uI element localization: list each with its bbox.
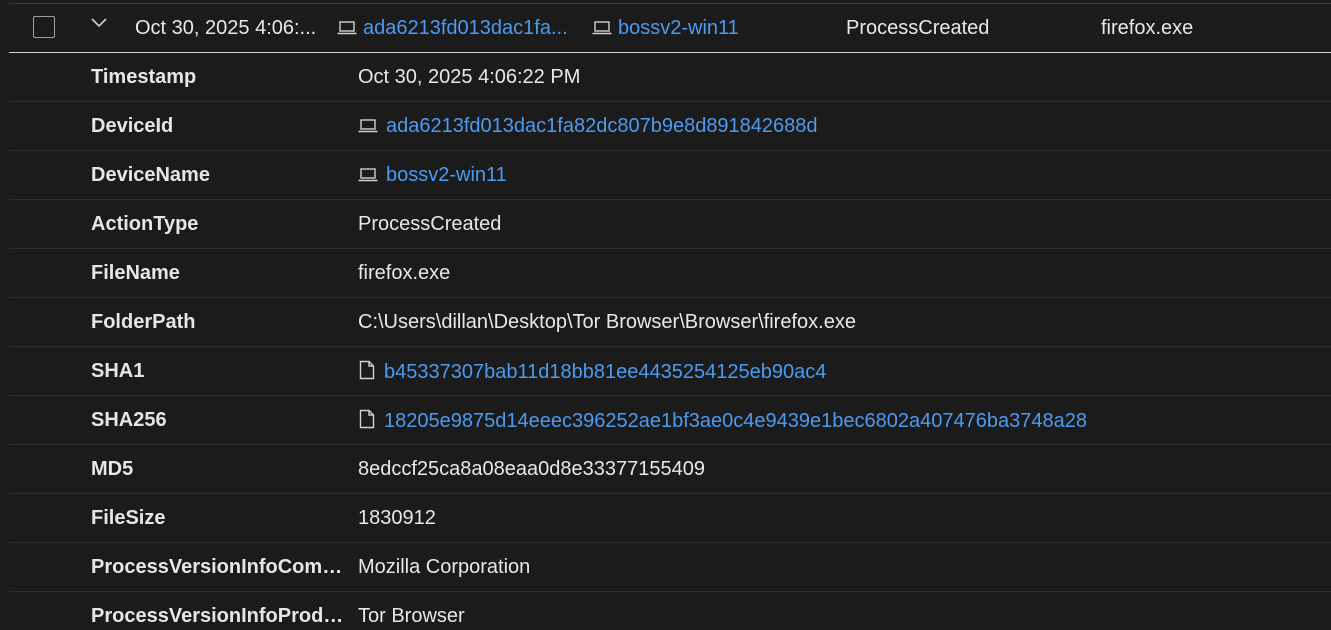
summary-device-name-link[interactable]: bossv2-win11 bbox=[592, 17, 792, 41]
summary-device-id-link[interactable]: ada6213fd013dac1fa... bbox=[337, 17, 582, 41]
laptop-icon bbox=[358, 166, 378, 188]
detail-value-text[interactable]: 18205e9875d14eeec396252ae1bf3ae0c4e9439e… bbox=[384, 410, 1087, 432]
detail-value: ProcessCreated bbox=[358, 213, 501, 235]
summary-action-type: ProcessCreated bbox=[846, 17, 990, 39]
detail-value-link[interactable]: bossv2-win11 bbox=[358, 164, 507, 188]
summary-device-name[interactable]: bossv2-win11 bbox=[618, 17, 739, 39]
detail-value: firefox.exe bbox=[358, 262, 450, 284]
detail-value-text[interactable]: b45337307bab11d18bb81ee4435254125eb90ac4 bbox=[384, 361, 826, 383]
detail-row: SHA1 b45337307bab11d18bb81ee4435254125eb9… bbox=[9, 347, 1331, 396]
detail-key: FolderPath bbox=[91, 311, 196, 333]
event-summary-row[interactable]: Oct 30, 2025 4:06:... ada6213fd013dac1fa… bbox=[9, 4, 1331, 53]
detail-row: Timestamp Oct 30, 2025 4:06:22 PM bbox=[9, 53, 1331, 102]
detail-row: FileSize 1830912 bbox=[9, 494, 1331, 543]
detail-value-text: firefox.exe bbox=[358, 262, 451, 284]
detail-key: DeviceId bbox=[91, 115, 174, 137]
event-detail-panel: Oct 30, 2025 4:06:... ada6213fd013dac1fa… bbox=[0, 0, 1331, 630]
detail-value: 8edccf25ca8a08eaa0d8e33377155409 bbox=[358, 458, 705, 480]
detail-row: SHA256 18205e9875d14eeec396252ae1bf3ae0c4… bbox=[9, 396, 1331, 445]
detail-key: DeviceName bbox=[91, 164, 210, 186]
detail-key: ActionType bbox=[91, 213, 199, 235]
detail-value-text: Tor Browser bbox=[358, 605, 465, 627]
collapse-chevron-icon[interactable] bbox=[89, 13, 109, 33]
detail-value-text[interactable]: ada6213fd013dac1fa82dc807b9e8d891842688d bbox=[386, 115, 818, 137]
detail-key: Timestamp bbox=[91, 66, 197, 88]
detail-key: MD5 bbox=[91, 458, 134, 480]
detail-value-text: 1830912 bbox=[358, 507, 436, 529]
detail-row: FolderPath C:\Users\dillan\Desktop\Tor Br… bbox=[9, 298, 1331, 347]
summary-file-name: firefox.exe bbox=[1101, 17, 1194, 39]
detail-value-text: ProcessCreated bbox=[358, 213, 502, 235]
detail-value: 1830912 bbox=[358, 507, 436, 529]
laptop-icon bbox=[592, 19, 612, 41]
laptop-icon bbox=[358, 117, 378, 139]
detail-value: Mozilla Corporation bbox=[358, 556, 530, 578]
detail-key: ProcessVersionInfoComp... bbox=[91, 556, 351, 578]
detail-key: ProcessVersionInfoProdu... bbox=[91, 605, 351, 627]
summary-timestamp: Oct 30, 2025 4:06:... bbox=[135, 17, 317, 39]
detail-value-link[interactable]: ada6213fd013dac1fa82dc807b9e8d891842688d bbox=[358, 115, 818, 139]
detail-row: ProcessVersionInfoProdu... Tor Browser bbox=[9, 592, 1331, 630]
detail-value-text: Oct 30, 2025 4:06:22 PM bbox=[358, 66, 581, 88]
detail-value: Tor Browser bbox=[358, 605, 465, 627]
detail-row: DeviceName bossv2-win11 bbox=[9, 151, 1331, 200]
detail-row: ProcessVersionInfoComp... Mozilla Corpora… bbox=[9, 543, 1331, 592]
detail-value-link[interactable]: b45337307bab11d18bb81ee4435254125eb90ac4 bbox=[358, 360, 826, 385]
detail-value-text: 8edccf25ca8a08eaa0d8e33377155409 bbox=[358, 458, 706, 480]
file-icon bbox=[358, 360, 376, 385]
detail-value-text: C:\Users\dillan\Desktop\Tor Browser\Brow… bbox=[358, 311, 856, 333]
detail-key: SHA1 bbox=[91, 360, 145, 382]
detail-value-text[interactable]: bossv2-win11 bbox=[386, 164, 507, 186]
detail-value-link[interactable]: 18205e9875d14eeec396252ae1bf3ae0c4e9439e… bbox=[358, 409, 1087, 434]
file-icon bbox=[358, 409, 376, 434]
detail-row: MD5 8edccf25ca8a08eaa0d8e33377155409 bbox=[9, 445, 1331, 494]
laptop-icon bbox=[337, 19, 357, 41]
row-select-checkbox[interactable] bbox=[33, 16, 55, 38]
detail-key: FileName bbox=[91, 262, 180, 284]
detail-key: SHA256 bbox=[91, 409, 167, 431]
summary-device-id[interactable]: ada6213fd013dac1fa... bbox=[363, 17, 568, 39]
detail-value: C:\Users\dillan\Desktop\Tor Browser\Brow… bbox=[358, 311, 856, 333]
detail-row: DeviceId ada6213fd013dac1fa82dc807b9e8d89… bbox=[9, 102, 1331, 151]
detail-row: ActionType ProcessCreated bbox=[9, 200, 1331, 249]
detail-key: FileSize bbox=[91, 507, 166, 529]
detail-row: FileName firefox.exe bbox=[9, 249, 1331, 298]
detail-value-text: Mozilla Corporation bbox=[358, 556, 531, 578]
detail-value: Oct 30, 2025 4:06:22 PM bbox=[358, 66, 580, 88]
